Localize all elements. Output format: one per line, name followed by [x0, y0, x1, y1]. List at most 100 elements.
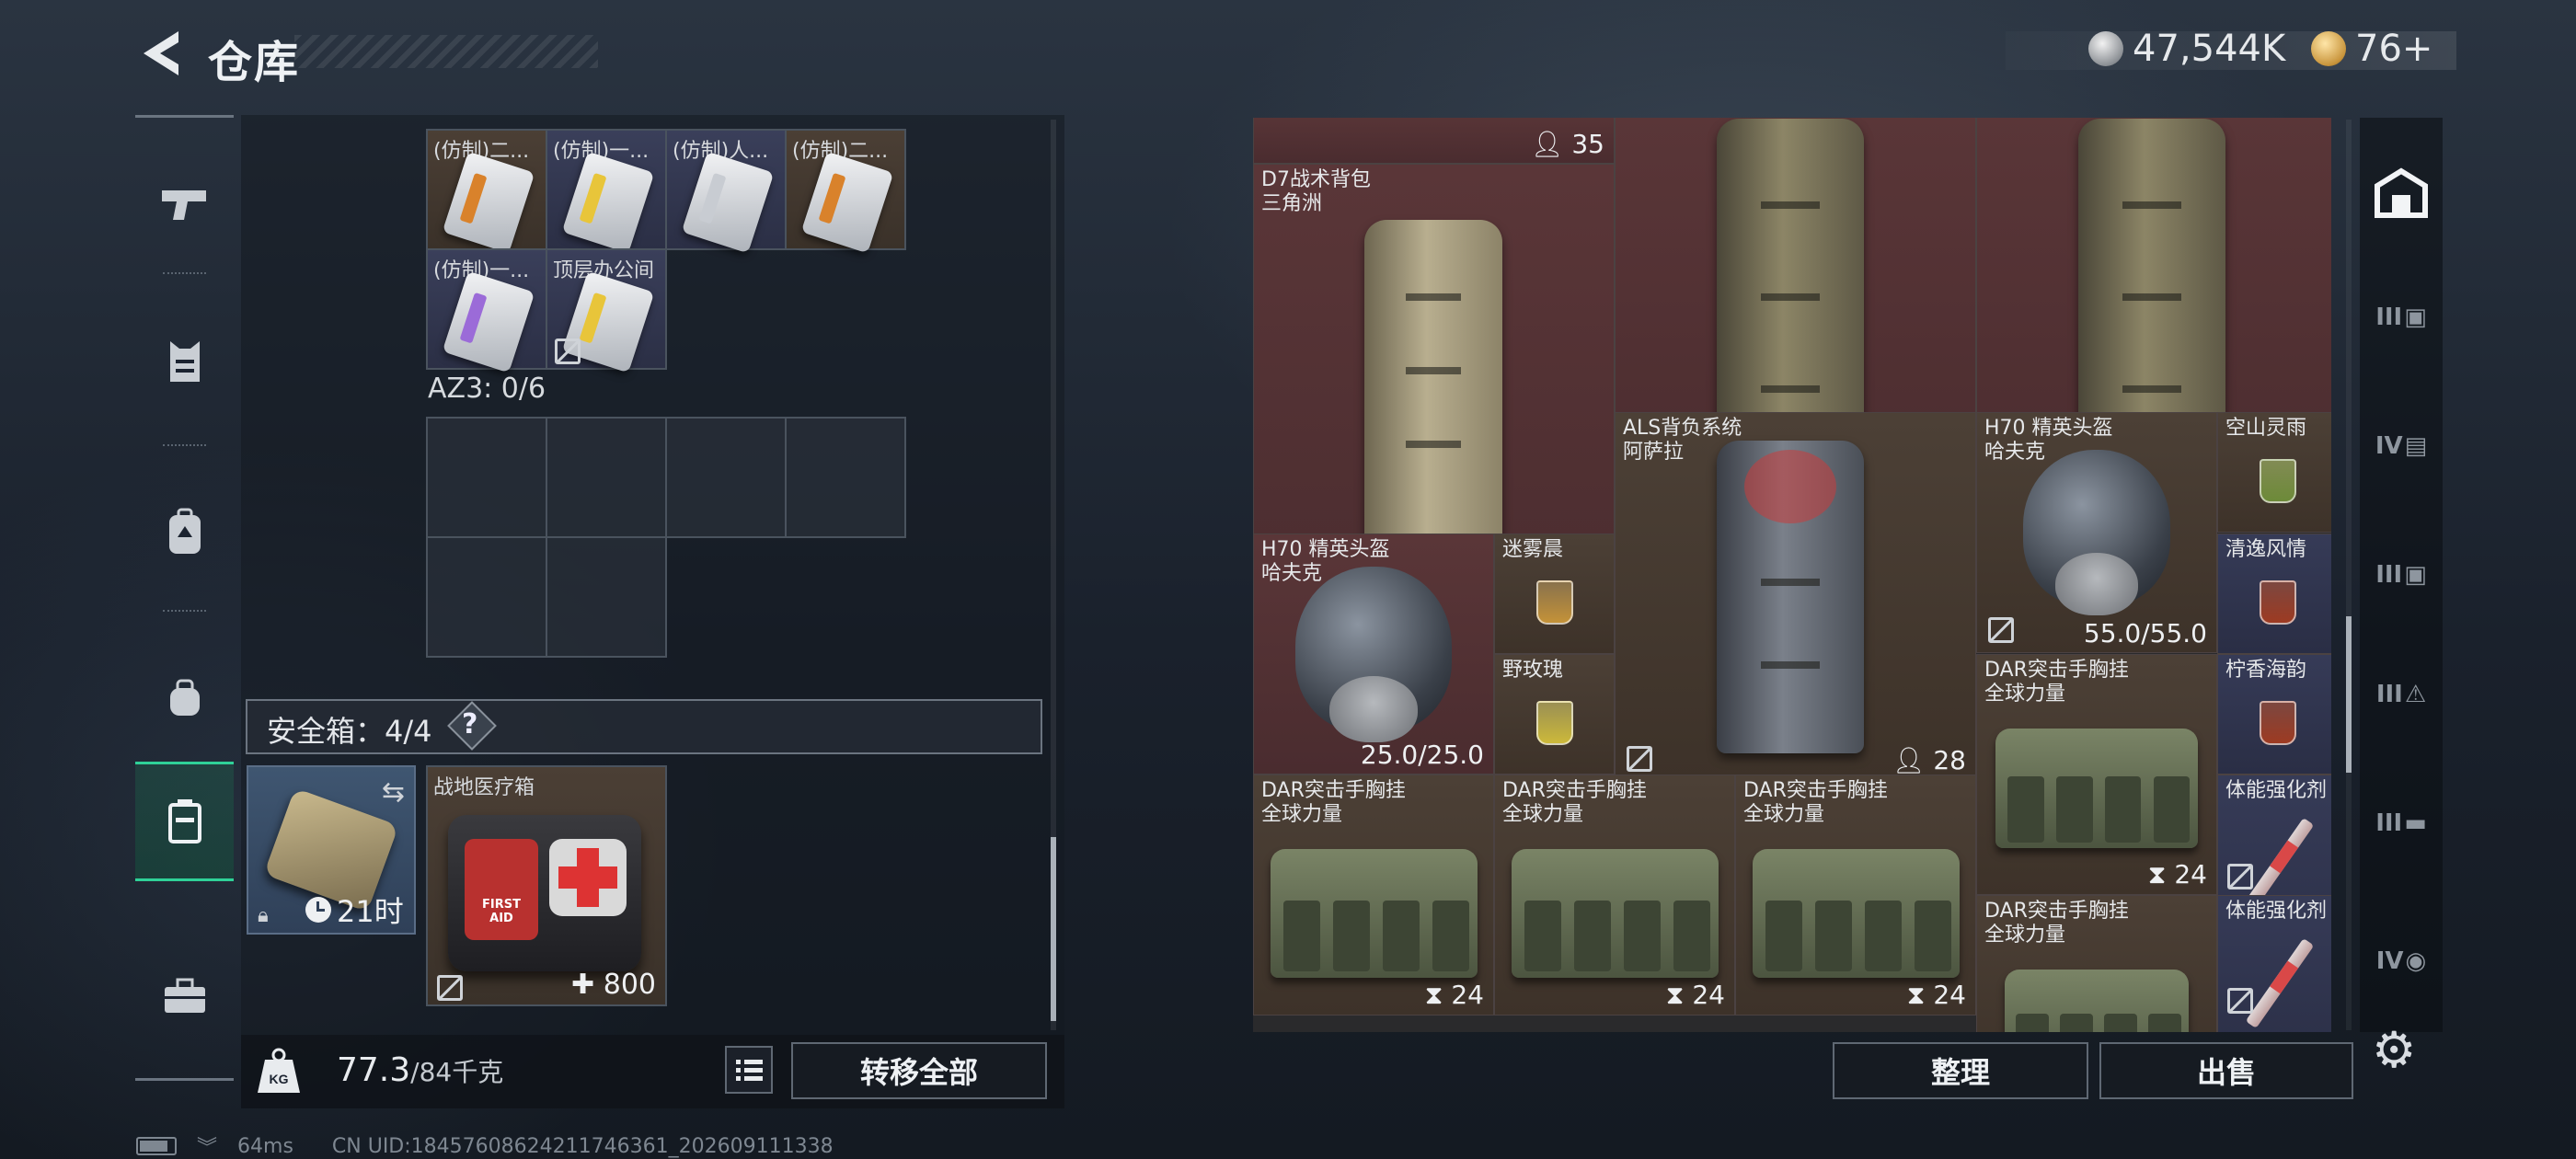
nav-backpack[interactable]	[135, 472, 234, 591]
item-chest-rig[interactable]: DAR突击手胸挂 全球力量 ⧗ 24	[1253, 775, 1494, 1016]
drink-icon	[2260, 580, 2296, 625]
chest-rig-icon	[2005, 970, 2189, 1032]
storage-tab-iii[interactable]: III ⚠	[2369, 662, 2433, 727]
empty-slot[interactable]	[426, 536, 547, 658]
storage-tab-iv[interactable]: IV ▤	[2369, 414, 2433, 478]
backpack-icon	[1364, 220, 1502, 551]
drink-icon	[1536, 701, 1573, 745]
empty-slot[interactable]	[426, 417, 547, 538]
currency-gold[interactable]: 76+	[2311, 28, 2432, 70]
item-durability: 55.0/55.0	[2083, 618, 2207, 648]
right-scrollbar[interactable]	[2346, 120, 2352, 1030]
item-value: ⧗ 24	[1665, 980, 1725, 1010]
back-arrow-icon[interactable]	[138, 28, 182, 79]
battery-icon	[136, 1137, 177, 1155]
nav-weapons[interactable]	[135, 145, 234, 265]
swap-icon[interactable]: ⇆	[382, 776, 405, 809]
svg-text:KG: KG	[270, 1072, 289, 1086]
empty-slot[interactable]	[546, 417, 667, 538]
weight-icon: KG	[258, 1048, 300, 1093]
medkit-durability: ✚ 800	[571, 969, 656, 1001]
gear-icon[interactable]: ⚙	[2372, 1021, 2416, 1079]
currency-silver[interactable]: 47,544K	[2088, 28, 2285, 70]
chest-rig-icon	[1995, 729, 2198, 848]
empty-slot[interactable]	[785, 417, 906, 538]
item-value: ⧗ 24	[2147, 859, 2207, 889]
title-decoration	[294, 35, 598, 68]
gold-coin-icon	[2311, 31, 2346, 66]
nav-armor[interactable]	[135, 302, 234, 421]
warehouse-grid: 👤︎ 35 D7战术背包 三角洲 👤︎ 35 👤︎ 35 👤︎ 35 ALS背负…	[1253, 118, 2331, 1032]
keycard-slot[interactable]: (仿制)一...	[546, 129, 667, 254]
drink-icon	[1536, 580, 1573, 625]
empty-slot[interactable]	[665, 417, 787, 538]
item-durability: 25.0/25.0	[1360, 740, 1484, 770]
keycard-slot[interactable]: (仿制)二...	[426, 129, 547, 254]
list-icon	[736, 1060, 763, 1081]
item-drink[interactable]: 迷雾晨	[1494, 534, 1615, 654]
drink-icon	[2260, 459, 2296, 503]
pistol-icon	[161, 190, 206, 220]
storage-level-icon: III	[2375, 681, 2403, 708]
item-stimulant[interactable]: 体能强化剂	[2217, 895, 2331, 1032]
item-chest-rig[interactable]: DAR突击手胸挂 全球力量 ⧗ 24	[1494, 775, 1735, 1016]
keycard-slot[interactable]: (仿制)一...	[426, 248, 547, 373]
nav-safe-box[interactable]	[135, 762, 234, 881]
storage-tab-iii[interactable]: III ▣	[2369, 543, 2433, 607]
item-drink[interactable]: 空山灵雨	[2217, 412, 2331, 533]
bag-icon	[169, 679, 200, 716]
storage-tab-iii[interactable]: III ▬	[2369, 791, 2433, 855]
item-backpack[interactable]: 👤︎ 35	[1253, 118, 1615, 164]
item-backpack[interactable]: ALS背负系统 阿萨拉 👤︎ 28	[1615, 412, 1976, 780]
uid-readout: CN UID:1845760862421174636​1_20260911133…	[331, 1134, 834, 1158]
keycard-slot[interactable]: (仿制)人...	[665, 129, 787, 254]
keycard-slot[interactable]: (仿制)二...	[785, 129, 906, 254]
item-value: 👤︎ 28	[1892, 745, 1966, 775]
warehouse-tab[interactable]	[2369, 161, 2433, 225]
item-drink[interactable]: 柠香海韵	[2217, 654, 2331, 775]
storage-tab-iv[interactable]: IV ◉	[2369, 929, 2433, 993]
helmet-icon	[2023, 450, 2170, 616]
left-category-nav	[135, 115, 234, 1081]
keycard-icon	[681, 151, 775, 254]
item-value: 👤︎ 35	[1530, 129, 1604, 159]
storage-tab-iii[interactable]: III ▣	[2369, 285, 2433, 350]
transfer-all-button[interactable]: 转移全部	[791, 1042, 1047, 1099]
item-drink[interactable]: 清逸风情	[2217, 534, 2331, 654]
left-scrollbar[interactable]	[1051, 120, 1056, 1030]
medkit-icon: FIRST AID	[448, 815, 641, 971]
briefcase-icon	[164, 978, 205, 1013]
lock-icon: 🔒︎	[258, 904, 269, 927]
safe-case-slot[interactable]: ⇆ 🔒︎ 21时	[247, 765, 416, 935]
nav-briefcase[interactable]	[135, 936, 234, 1056]
storage-level-icon: III	[2375, 809, 2403, 837]
chest-rig-icon	[1753, 849, 1960, 978]
no-insurance-icon	[1988, 617, 2014, 643]
item-chest-rig[interactable]: DAR突击手胸挂 全球力量 ⧗ 24	[1976, 654, 2217, 895]
clock-icon	[305, 897, 331, 923]
nav-bag[interactable]	[135, 637, 234, 757]
sort-button[interactable]: 整理	[1833, 1042, 2088, 1099]
item-helmet[interactable]: H70 精英头盔 哈夫克 25.0/25.0	[1253, 534, 1494, 775]
az3-label: AZ3: 0/6	[428, 373, 546, 405]
item-drink[interactable]: 野玫瑰	[1494, 654, 1615, 775]
list-view-button[interactable]	[725, 1046, 773, 1094]
wifi-icon: ︾	[197, 1137, 218, 1159]
keycard-slot[interactable]: 顶层办公间	[546, 248, 667, 373]
status-bar: ︾ 64ms CN UID:1845760862421174636​1_2026…	[136, 1131, 834, 1159]
page-title: 仓库	[208, 37, 301, 88]
backpack-icon	[1717, 441, 1864, 753]
medkit-slot[interactable]: 战地医疗箱 FIRST AID ✚ 800	[426, 765, 667, 1006]
vest-icon	[169, 341, 200, 382]
weight-readout: 77.3/84千克	[337, 1051, 504, 1089]
syringe-icon	[2245, 937, 2315, 1029]
keycard-icon	[800, 151, 894, 254]
drink-icon	[2260, 701, 2296, 745]
keycard-icon	[561, 151, 655, 254]
item-helmet[interactable]: H70 精英头盔 哈夫克 55.0/55.0	[1976, 412, 2217, 653]
chest-rig-icon	[1512, 849, 1719, 978]
item-chest-rig[interactable]: DAR突击手胸挂 全球力量	[1976, 895, 2217, 1032]
empty-slot[interactable]	[546, 536, 667, 658]
sell-button[interactable]: 出售	[2099, 1042, 2353, 1099]
item-chest-rig[interactable]: DAR突击手胸挂 全球力量 ⧗ 24	[1735, 775, 1976, 1016]
